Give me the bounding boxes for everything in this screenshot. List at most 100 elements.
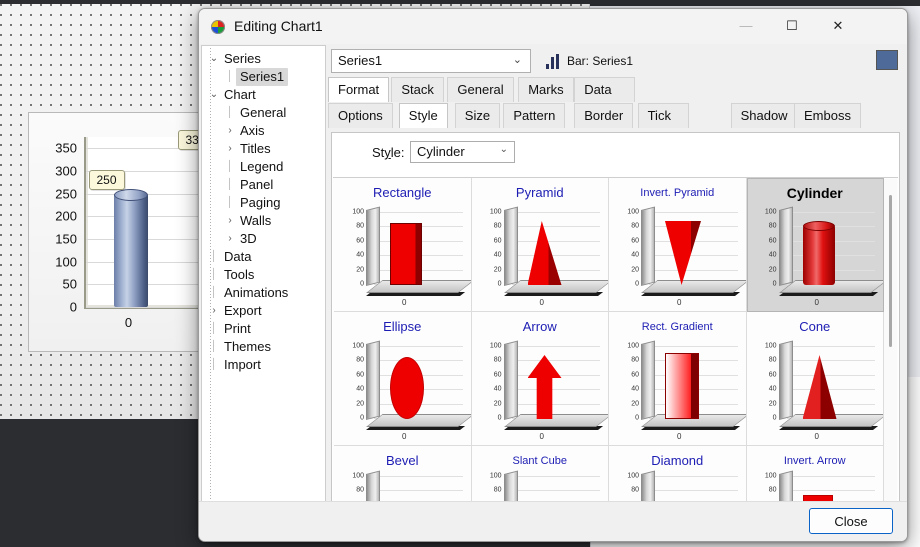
chevron-down-icon[interactable]: ⌄ (208, 86, 220, 104)
tree-item-series1[interactable]: │ Series1 (204, 68, 325, 86)
style-option-thumbnail: 100 80 60 40 20 0 0 (344, 206, 471, 307)
chart-y-tick: 100 (55, 254, 77, 270)
tree-item-animations[interactable]: │ Animations (204, 284, 325, 302)
tree-connector-icon: │ (210, 287, 218, 298)
thumb-floor (503, 414, 609, 427)
tab-label: Emboss (804, 108, 851, 123)
thumb-y-tick: 80 (631, 486, 639, 494)
tree-item-titles[interactable]: › Titles (204, 140, 325, 158)
chevron-right-icon[interactable]: › (224, 122, 236, 140)
tree-item-paging[interactable]: │ Paging (204, 194, 325, 212)
tree-item-label: Walls (240, 213, 272, 228)
tab-marks[interactable]: Marks (518, 77, 574, 102)
tree-item-chart[interactable]: ⌄ Chart (204, 86, 325, 104)
gallery-scrollbar[interactable] (884, 179, 897, 512)
tab-shadow[interactable]: Shadow (730, 103, 798, 128)
style-option-rectangle[interactable]: Rectangle 100 80 60 40 20 0 0 (334, 178, 472, 312)
thumb-y-tick: 60 (631, 237, 639, 245)
thumb-y-tick: 80 (493, 356, 502, 364)
tree-item-panel[interactable]: │ Panel (204, 176, 325, 194)
thumb-bar-shape (390, 357, 424, 419)
tree-item-walls[interactable]: › Walls (204, 212, 325, 230)
chart-y-tick: 250 (55, 186, 77, 202)
tree-item-series[interactable]: ⌄ Series (204, 50, 325, 68)
style-option-label: Invert. Pyramid (640, 187, 715, 199)
thumb-y-tick: 80 (631, 222, 639, 230)
style-option-invert-pyramid[interactable]: Invert. Pyramid 100 80 60 40 20 0 0 (609, 178, 747, 312)
tab-stack[interactable]: Stack (391, 77, 444, 102)
tree-connector-icon: │ (226, 107, 234, 118)
thumb-y-tick: 0 (635, 414, 639, 422)
style-option-arrow[interactable]: Arrow 100 80 60 40 20 0 0 (471, 312, 609, 446)
tab-border[interactable]: Border (574, 103, 634, 128)
thumb-y-tick: 100 (489, 208, 502, 216)
close-button[interactable]: Close (809, 508, 893, 534)
navigation-tree[interactable]: ⌄ Series │ Series1 ⌄ Chart │ General › Axis › Title… (201, 45, 326, 515)
chart-data-label: 250 (88, 169, 125, 190)
thumb-y-tick: 40 (493, 251, 502, 259)
thumb-y-tick: 100 (352, 472, 364, 480)
tree-item-3d[interactable]: › 3D (204, 230, 325, 248)
series-color-swatch[interactable] (876, 50, 898, 70)
thumb-y-tick: 40 (356, 385, 364, 393)
thumb-y-wall (641, 206, 655, 286)
tree-connector-icon: │ (226, 161, 234, 172)
tree-item-axis[interactable]: › Axis (204, 122, 325, 140)
style-option-thumbnail: 100 80 60 40 20 0 0 (757, 340, 884, 441)
tab-tick-lines[interactable]: Tick Lines (637, 103, 689, 147)
thumb-y-wall (778, 206, 793, 286)
thumb-y-tick: 20 (356, 266, 364, 274)
tab-format[interactable]: Format (328, 77, 390, 102)
tab-pattern[interactable]: Pattern (503, 103, 566, 128)
thumb-y-wall (778, 340, 793, 420)
thumb-y-tick: 80 (356, 222, 364, 230)
tab-label: Stack (401, 82, 434, 97)
style-option-ellipse[interactable]: Ellipse 100 80 60 40 20 0 0 (334, 312, 472, 446)
tree-item-label: Chart (224, 87, 256, 102)
style-select[interactable]: Cylinder ⌄ (410, 141, 515, 163)
chevron-down-icon[interactable]: ⌄ (208, 50, 220, 68)
tab-data-source[interactable]: Data Source (574, 77, 636, 121)
tree-item-label: Export (224, 303, 262, 318)
series-select[interactable]: Series1 ⌄ (331, 49, 531, 73)
style-option-pyramid[interactable]: Pyramid 100 80 60 40 20 0 0 (471, 178, 609, 312)
chart-bar (113, 188, 148, 307)
chevron-right-icon[interactable]: › (224, 230, 236, 248)
tab-options[interactable]: Options (328, 103, 393, 128)
tab-general[interactable]: General (447, 77, 514, 102)
tree-item-tools[interactable]: │ Tools (204, 266, 325, 284)
tree-item-print[interactable]: │ Print (204, 320, 325, 338)
thumb-y-wall (366, 206, 380, 286)
chevron-right-icon[interactable]: › (224, 212, 236, 230)
chevron-down-icon: ⌄ (512, 54, 522, 66)
tab-style[interactable]: Style (398, 103, 448, 128)
chevron-right-icon[interactable]: › (208, 302, 220, 320)
style-option-cylinder[interactable]: Cylinder 100 80 60 40 20 0 0 (746, 178, 884, 312)
chart-y-tick: 300 (55, 163, 77, 179)
thumb-bar-shape (802, 221, 835, 285)
tree-connector-icon: │ (226, 179, 234, 190)
style-gallery[interactable]: Rectangle 100 80 60 40 20 0 0 Pyramid 100 80 60 40 20… (333, 177, 898, 513)
thumb-x-tick: 0 (402, 298, 407, 307)
style-option-cone[interactable]: Cone 100 80 60 40 20 0 0 (746, 312, 884, 446)
chart-y-tick: 50 (62, 276, 77, 292)
maximize-button[interactable]: ☐ (769, 9, 815, 42)
chart-y-tick: 0 (69, 299, 77, 315)
tree-item-import[interactable]: │ Import (204, 356, 325, 374)
thumb-y-tick: 0 (360, 414, 364, 422)
tree-item-themes[interactable]: │ Themes (204, 338, 325, 356)
chevron-right-icon[interactable]: › (224, 140, 236, 158)
dialog-title: Editing Chart1 (234, 18, 323, 34)
tree-item-legend[interactable]: │ Legend (204, 158, 325, 176)
gallery-scrollbar-thumb[interactable] (889, 195, 892, 347)
style-option-rect-gradient[interactable]: Rect. Gradient 100 80 60 40 20 0 0 (609, 312, 747, 446)
tree-item-general[interactable]: │ General (204, 104, 325, 122)
minimize-button[interactable]: — (723, 9, 769, 42)
close-icon[interactable]: ✕ (815, 9, 861, 42)
tab-size[interactable]: Size (454, 103, 501, 128)
tree-item-label: Animations (224, 285, 289, 300)
tree-item-data[interactable]: │ Data (204, 248, 325, 266)
tab-emboss[interactable]: Emboss (794, 103, 861, 128)
thumb-y-tick: 100 (627, 472, 639, 480)
tree-item-export[interactable]: › Export (204, 302, 325, 320)
